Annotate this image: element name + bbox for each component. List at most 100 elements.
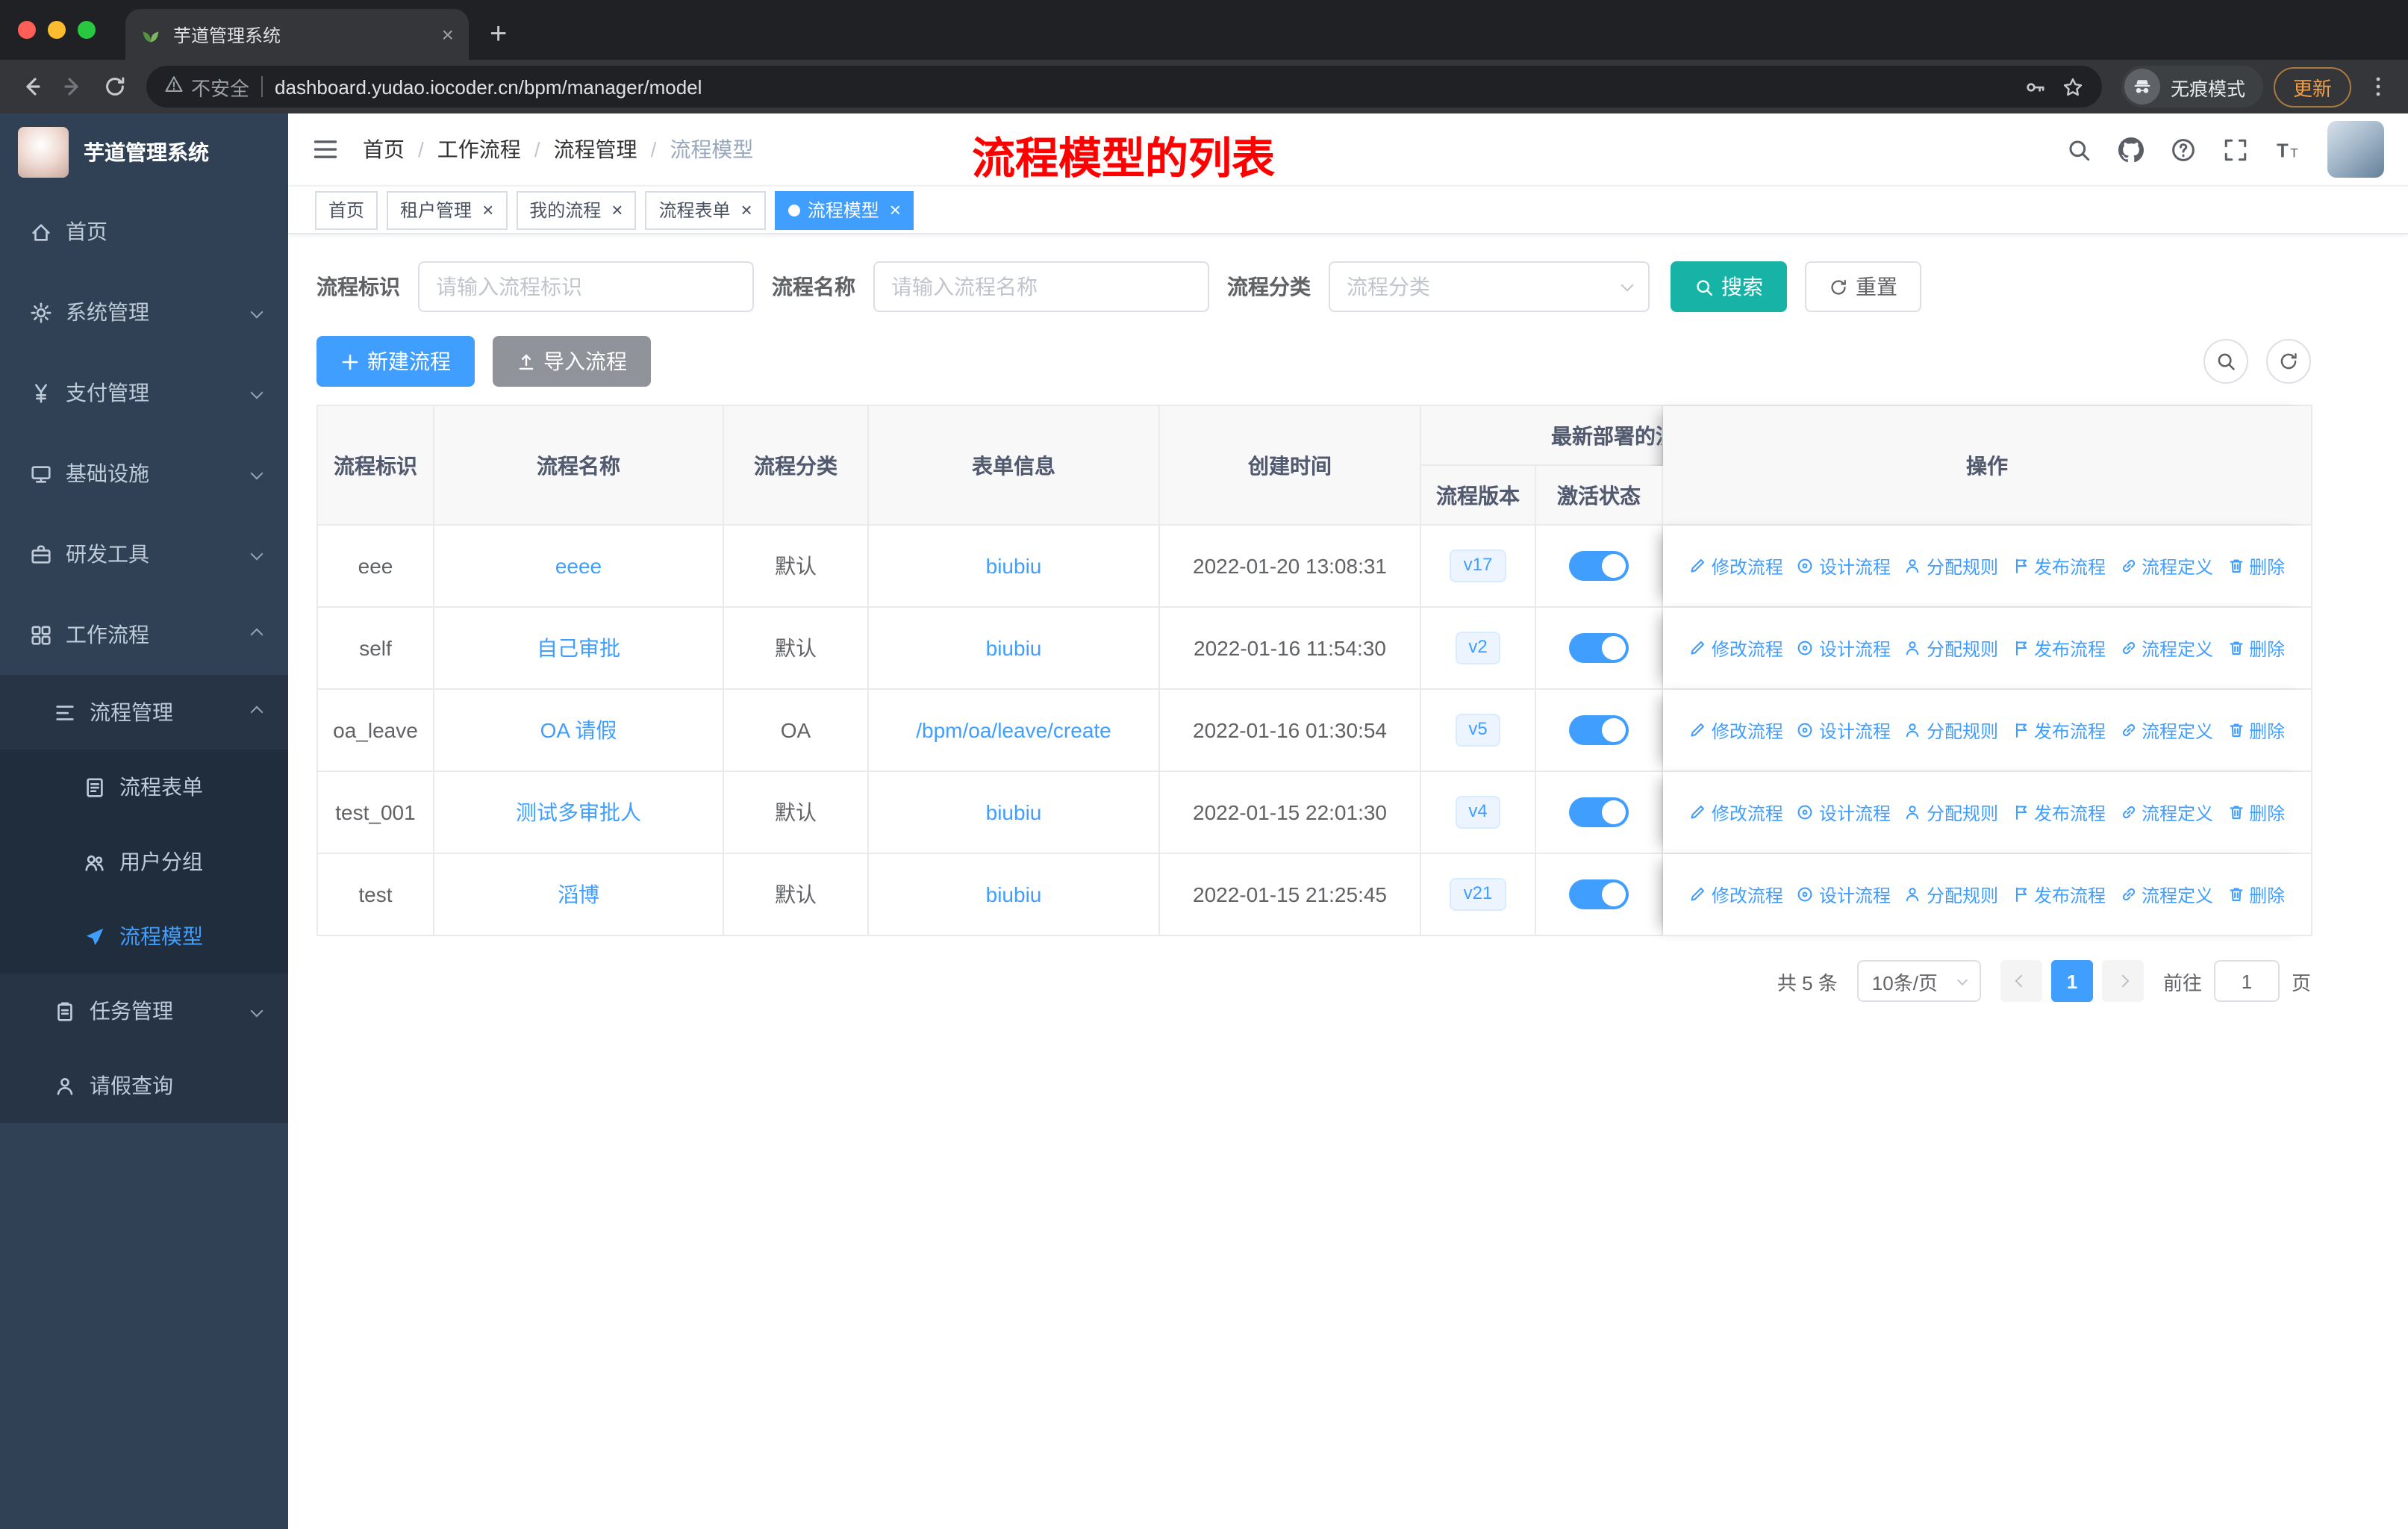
forward-icon[interactable]	[54, 67, 93, 106]
action-edit[interactable]: 修改流程	[1689, 882, 1783, 907]
action-design[interactable]: 设计流程	[1797, 553, 1891, 579]
browser-tab[interactable]: 芋道管理系统 ×	[125, 9, 469, 60]
action-design[interactable]: 设计流程	[1797, 717, 1891, 743]
filter-input-process-id[interactable]	[418, 261, 754, 312]
active-toggle[interactable]	[1569, 879, 1629, 909]
search-button[interactable]: 搜索	[1671, 261, 1787, 312]
active-toggle[interactable]	[1569, 633, 1629, 663]
action-delete[interactable]: 删除	[2227, 882, 2285, 907]
sidebar-item-process-form[interactable]: 流程表单	[0, 750, 288, 824]
action-delete[interactable]: 删除	[2227, 635, 2285, 661]
active-toggle[interactable]	[1569, 551, 1629, 581]
form-info-link[interactable]: biubiu	[986, 800, 1042, 824]
action-assign[interactable]: 分配规则	[1904, 635, 1998, 661]
close-icon[interactable]: ×	[611, 200, 623, 219]
action-definition[interactable]: 流程定义	[2119, 553, 2213, 579]
filter-select-category[interactable]: 流程分类	[1329, 261, 1650, 312]
form-info-link[interactable]: biubiu	[986, 882, 1042, 906]
action-publish[interactable]: 发布流程	[2012, 882, 2106, 907]
breadcrumb-item[interactable]: 流程管理	[554, 134, 637, 164]
back-icon[interactable]	[12, 67, 51, 106]
tag-home[interactable]: 首页	[315, 190, 378, 229]
sidebar-collapse-icon[interactable]	[312, 136, 339, 163]
sidebar-item-process-model[interactable]: 流程模型	[0, 899, 288, 974]
action-definition[interactable]: 流程定义	[2119, 635, 2213, 661]
action-delete[interactable]: 删除	[2227, 553, 2285, 579]
page-size-select[interactable]: 10条/页	[1856, 960, 1981, 1002]
github-icon[interactable]	[2118, 137, 2144, 162]
sidebar-item-devtools[interactable]: 研发工具	[0, 514, 288, 594]
bookmark-star-icon[interactable]	[2062, 75, 2084, 98]
tab-close-icon[interactable]: ×	[442, 22, 454, 46]
close-window-button[interactable]	[18, 21, 36, 39]
action-edit[interactable]: 修改流程	[1689, 635, 1783, 661]
action-delete[interactable]: 删除	[2227, 717, 2285, 743]
action-publish[interactable]: 发布流程	[2012, 553, 2106, 579]
key-icon[interactable]	[2024, 75, 2047, 98]
action-assign[interactable]: 分配规则	[1904, 717, 1998, 743]
form-info-link[interactable]: /bpm/oa/leave/create	[916, 718, 1111, 742]
import-process-button[interactable]: 导入流程	[493, 336, 651, 387]
goto-page-input[interactable]	[2213, 960, 2280, 1002]
tag-process-model[interactable]: 流程模型 ×	[774, 190, 914, 229]
create-process-button[interactable]: 新建流程	[316, 336, 475, 387]
form-info-link[interactable]: biubiu	[986, 554, 1042, 578]
sidebar-item-process-mgmt[interactable]: 流程管理	[0, 675, 288, 750]
minimize-window-button[interactable]	[48, 21, 66, 39]
reset-button[interactable]: 重置	[1805, 261, 1921, 312]
action-delete[interactable]: 删除	[2227, 800, 2285, 825]
action-definition[interactable]: 流程定义	[2119, 717, 2213, 743]
process-name-link[interactable]: 测试多审批人	[516, 800, 641, 824]
process-name-link[interactable]: 自己审批	[537, 636, 620, 660]
url-bar[interactable]: 不安全 dashboard.yudao.iocoder.cn/bpm/manag…	[146, 66, 2102, 108]
fontsize-icon[interactable]: TT	[2275, 137, 2301, 162]
url-text[interactable]: dashboard.yudao.iocoder.cn/bpm/manager/m…	[275, 75, 2012, 98]
question-icon[interactable]	[2171, 137, 2196, 162]
action-edit[interactable]: 修改流程	[1689, 717, 1783, 743]
browser-menu-icon[interactable]	[2366, 75, 2390, 99]
breadcrumb-item[interactable]: 流程模型	[670, 134, 753, 164]
sidebar-item-payment[interactable]: 支付管理	[0, 352, 288, 433]
active-toggle[interactable]	[1569, 797, 1629, 827]
action-design[interactable]: 设计流程	[1797, 800, 1891, 825]
action-assign[interactable]: 分配规则	[1904, 553, 1998, 579]
action-definition[interactable]: 流程定义	[2119, 882, 2213, 907]
next-page-button[interactable]	[2101, 960, 2144, 1002]
action-design[interactable]: 设计流程	[1797, 635, 1891, 661]
sidebar-item-user-group[interactable]: 用户分组	[0, 824, 288, 899]
tag-tenant[interactable]: 租户管理 ×	[387, 190, 508, 229]
sidebar-item-system[interactable]: 系统管理	[0, 272, 288, 352]
sidebar-item-workflow[interactable]: 工作流程	[0, 594, 288, 675]
sidebar-item-infra[interactable]: 基础设施	[0, 433, 288, 514]
fullscreen-icon[interactable]	[2223, 137, 2248, 162]
breadcrumb-item[interactable]: 工作流程	[437, 134, 521, 164]
action-assign[interactable]: 分配规则	[1904, 800, 1998, 825]
sidebar-item-task-mgmt[interactable]: 任务管理	[0, 974, 288, 1048]
process-name-link[interactable]: 滔博	[558, 882, 599, 906]
tag-my-process[interactable]: 我的流程 ×	[516, 190, 637, 229]
filter-input-process-name[interactable]	[873, 261, 1209, 312]
prev-page-button[interactable]	[2000, 960, 2042, 1002]
close-icon[interactable]: ×	[741, 200, 752, 219]
action-publish[interactable]: 发布流程	[2012, 635, 2106, 661]
action-publish[interactable]: 发布流程	[2012, 717, 2106, 743]
breadcrumb-item[interactable]: 首页	[363, 134, 405, 164]
user-avatar[interactable]	[2327, 121, 2384, 178]
reload-icon[interactable]	[96, 67, 134, 106]
action-design[interactable]: 设计流程	[1797, 882, 1891, 907]
action-definition[interactable]: 流程定义	[2119, 800, 2213, 825]
refresh-table-icon[interactable]	[2266, 339, 2311, 384]
action-edit[interactable]: 修改流程	[1689, 800, 1783, 825]
page-number-1[interactable]: 1	[2050, 960, 2093, 1002]
form-info-link[interactable]: biubiu	[986, 636, 1042, 660]
new-tab-button[interactable]: +	[490, 18, 507, 52]
active-toggle[interactable]	[1569, 715, 1629, 745]
sidebar-logo[interactable]: 芋道管理系统	[0, 113, 288, 191]
search-icon[interactable]	[2066, 137, 2092, 162]
action-publish[interactable]: 发布流程	[2012, 800, 2106, 825]
not-secure-warning[interactable]: 不安全	[164, 72, 249, 101]
close-icon[interactable]: ×	[482, 200, 493, 219]
close-icon[interactable]: ×	[890, 200, 901, 219]
sidebar-item-leave-query[interactable]: 请假查询	[0, 1048, 288, 1123]
action-edit[interactable]: 修改流程	[1689, 553, 1783, 579]
